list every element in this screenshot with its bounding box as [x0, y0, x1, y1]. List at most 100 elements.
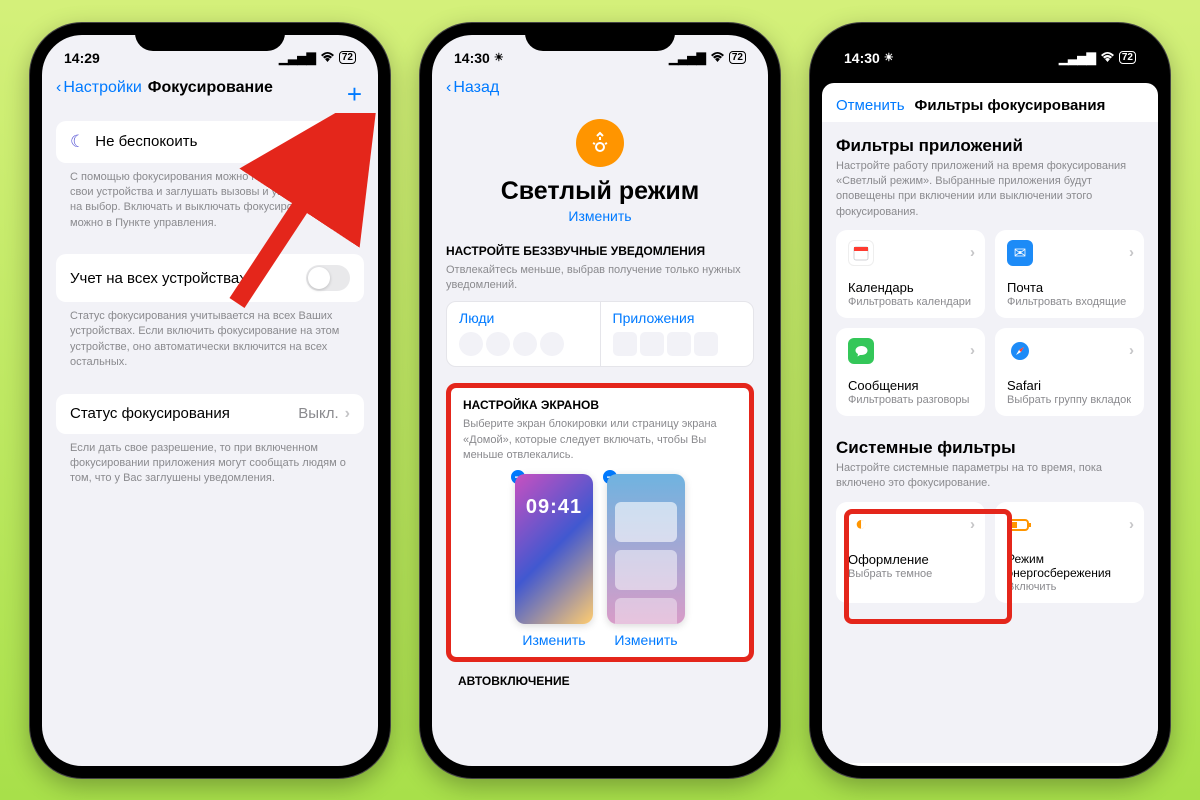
system-filters-grid: ◐ › Оформление Выбрать темное › Режим эн…	[836, 502, 1144, 603]
share-label: Учет на всех устройствах	[70, 270, 306, 287]
home-screen-preview[interactable]: − Изменить	[607, 474, 685, 648]
tile-label: Оформление	[848, 552, 973, 567]
wifi-icon	[710, 51, 725, 65]
dnd-label: Не беспокоить	[95, 133, 344, 150]
status-row[interactable]: Статус фокусирования Выкл. ›	[56, 394, 364, 434]
chevron-right-icon: ›	[970, 516, 975, 533]
chevron-right-icon: ›	[970, 244, 975, 261]
screen-3: 14:30 ☀︎ ▁▃▅▇ 72 Отменить Фильтры фокуси…	[822, 35, 1158, 766]
wifi-icon	[320, 51, 335, 65]
mail-icon: ✉	[1007, 240, 1033, 266]
chevron-left-icon: ‹	[446, 79, 451, 97]
share-description: Статус фокусирования учитывается на всех…	[56, 302, 364, 378]
chevron-right-icon: ›	[345, 133, 350, 151]
battery-level: 72	[1119, 51, 1136, 64]
status-time: 14:30	[844, 50, 880, 66]
chevron-right-icon: ›	[1129, 516, 1134, 533]
low-power-icon	[1007, 512, 1033, 538]
nav-header: ‹ Настройки Фокусирование +	[42, 75, 378, 105]
change-lock-link[interactable]: Изменить	[515, 632, 593, 648]
back-button[interactable]: ‹ Настройки	[56, 79, 142, 97]
phone-frame-1: 14:29 ▁▃▅▇ 72 ‹ Настройки Фокусирование …	[30, 23, 390, 778]
wifi-icon	[1100, 51, 1115, 65]
app-placeholder-icon	[694, 332, 718, 356]
status-time: 14:30	[454, 50, 490, 66]
calendar-filter-tile[interactable]: › Календарь Фильтровать календари	[836, 230, 985, 318]
tile-label: Safari	[1007, 378, 1132, 393]
people-placeholder-icon	[459, 332, 483, 356]
tile-label: Почта	[1007, 280, 1132, 295]
rename-link[interactable]: Изменить	[446, 208, 754, 224]
back-button[interactable]: ‹ Назад	[446, 79, 499, 97]
dnd-description: С помощью фокусирования можно гибко наст…	[56, 163, 364, 239]
app-filters-heading: Фильтры приложений	[836, 122, 1144, 156]
app-placeholder-icon	[667, 332, 691, 356]
auto-section-title: АВТОВКЛЮЧЕНИЕ	[446, 674, 754, 688]
tile-label: Режим энергосбережения	[1007, 552, 1132, 580]
add-button[interactable]: +	[347, 79, 362, 110]
notifications-section-desc: Отвлекайтесь меньше, выбрав получение то…	[446, 261, 754, 302]
app-placeholder-icon	[640, 332, 664, 356]
people-apps-card: Люди Приложения	[446, 301, 754, 367]
focus-hero: Светлый режим Изменить	[446, 105, 754, 224]
phone-frame-3: 14:30 ☀︎ ▁▃▅▇ 72 Отменить Фильтры фокуси…	[810, 23, 1170, 778]
people-placeholder-icon	[486, 332, 510, 356]
dnd-row[interactable]: ☾ Не беспокоить ›	[56, 121, 364, 163]
dnd-card: ☾ Не беспокоить ›	[56, 121, 364, 163]
system-filters-desc: Настройте системные параметры на то врем…	[836, 458, 1144, 492]
screen-2: 14:30 ☀︎ ▁▃▅▇ 72 ‹ Назад	[432, 35, 768, 766]
tile-sublabel: Включить	[1007, 581, 1132, 593]
status-label: Статус фокусирования	[70, 405, 298, 422]
sunrise-icon	[576, 119, 624, 167]
back-label: Назад	[453, 79, 499, 97]
appearance-icon: ◐	[848, 512, 874, 538]
battery-level: 72	[729, 51, 746, 64]
focus-indicator-icon: ☀︎	[494, 51, 504, 64]
tile-sublabel: Фильтровать входящие	[1007, 296, 1132, 308]
filters-modal: Отменить Фильтры фокусирования Фильтры п…	[822, 83, 1158, 766]
apps-cell[interactable]: Приложения	[601, 302, 754, 366]
apps-label: Приложения	[613, 310, 742, 326]
tile-sublabel: Выбрать группу вкладок	[1007, 394, 1132, 406]
page-title: Фокусирование	[148, 79, 273, 97]
status-value: Выкл.	[298, 405, 338, 422]
safari-icon	[1007, 338, 1033, 364]
tile-sublabel: Фильтровать календари	[848, 296, 973, 308]
app-filters-desc: Настройте работу приложений на время фок…	[836, 156, 1144, 221]
lock-screen-preview[interactable]: − 09:41 Изменить	[515, 474, 593, 648]
people-label: Люди	[459, 310, 588, 326]
low-power-filter-tile[interactable]: › Режим энергосбережения Включить	[995, 502, 1144, 603]
change-home-link[interactable]: Изменить	[607, 632, 685, 648]
chevron-right-icon: ›	[1129, 244, 1134, 261]
share-card: Учет на всех устройствах	[56, 254, 364, 302]
calendar-icon	[848, 240, 874, 266]
cellular-icon: ▁▃▅▇	[1059, 51, 1096, 65]
focus-indicator-icon: ☀︎	[884, 51, 894, 64]
notch	[135, 23, 285, 51]
mail-filter-tile[interactable]: ✉ › Почта Фильтровать входящие	[995, 230, 1144, 318]
appearance-filter-tile[interactable]: ◐ › Оформление Выбрать темное	[836, 502, 985, 603]
tile-sublabel: Фильтровать разговоры	[848, 394, 973, 406]
notifications-section-title: НАСТРОЙТЕ БЕЗЗВУЧНЫЕ УВЕДОМЛЕНИЯ	[446, 244, 754, 261]
cancel-button[interactable]: Отменить	[836, 97, 905, 114]
screen-1: 14:29 ▁▃▅▇ 72 ‹ Настройки Фокусирование …	[42, 35, 378, 766]
status-description: Если дать свое разрешение, то при включе…	[56, 434, 364, 494]
chevron-right-icon: ›	[970, 342, 975, 359]
messages-icon	[848, 338, 874, 364]
moon-icon: ☾	[70, 132, 85, 152]
status-card: Статус фокусирования Выкл. ›	[56, 394, 364, 434]
status-time: 14:29	[64, 50, 100, 66]
people-cell[interactable]: Люди	[447, 302, 601, 366]
lock-screen-time: 09:41	[515, 496, 593, 519]
nav-header: ‹ Назад	[432, 75, 768, 105]
share-row[interactable]: Учет на всех устройствах	[56, 254, 364, 302]
phone-frame-2: 14:30 ☀︎ ▁▃▅▇ 72 ‹ Назад	[420, 23, 780, 778]
messages-filter-tile[interactable]: › Сообщения Фильтровать разговоры	[836, 328, 985, 416]
cellular-icon: ▁▃▅▇	[669, 51, 706, 65]
screens-section-title: НАСТРОЙКА ЭКРАНОВ	[463, 398, 737, 415]
safari-filter-tile[interactable]: › Safari Выбрать группу вкладок	[995, 328, 1144, 416]
chevron-right-icon: ›	[1129, 342, 1134, 359]
tile-sublabel: Выбрать темное	[848, 568, 973, 580]
share-toggle[interactable]	[306, 265, 350, 291]
screens-section-desc: Выберите экран блокировки или страницу э…	[463, 415, 737, 463]
